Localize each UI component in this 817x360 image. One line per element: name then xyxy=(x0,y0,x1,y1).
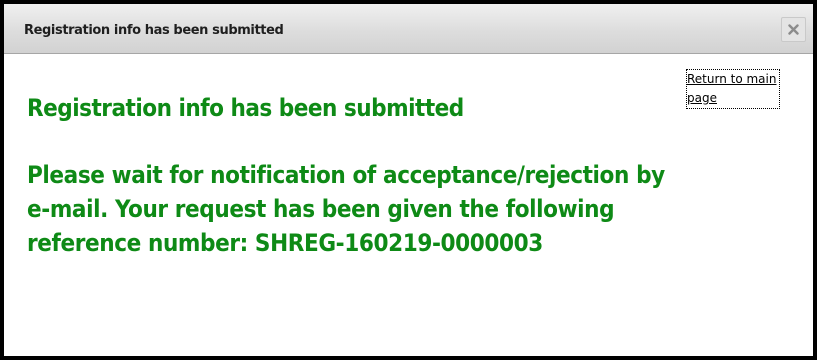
confirmation-heading: Registration info has been submitted xyxy=(27,94,464,122)
close-button[interactable] xyxy=(781,17,806,42)
registration-dialog: Registration info has been submitted Ret… xyxy=(0,0,817,360)
dialog-titlebar[interactable]: Registration info has been submitted xyxy=(4,4,813,54)
dialog-content: Return to main page Registration info ha… xyxy=(4,54,813,356)
close-x-icon xyxy=(788,24,799,35)
confirmation-message: Please wait for notification of acceptan… xyxy=(27,161,665,257)
dialog-title: Registration info has been submitted xyxy=(24,23,284,38)
return-to-main-page-link[interactable]: Return to main page xyxy=(686,69,780,109)
